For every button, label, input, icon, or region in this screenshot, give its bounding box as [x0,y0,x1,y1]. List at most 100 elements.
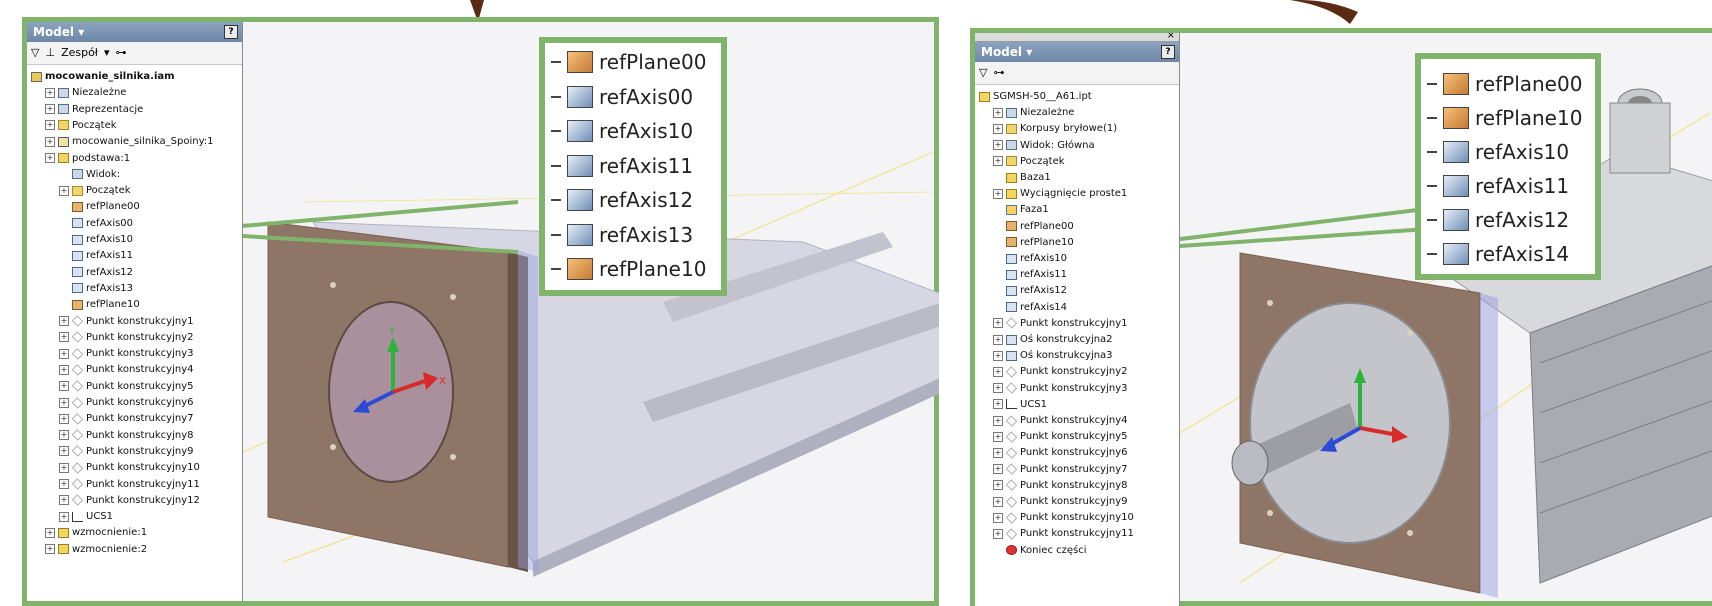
expand-icon[interactable]: + [59,495,69,506]
chevron-down-icon[interactable]: ▾ [104,42,110,64]
left-tree-item[interactable]: + Punkt konstrukcyjny11 [59,477,200,492]
left-tree-item[interactable]: Widok: [59,167,120,182]
left-tree-item[interactable]: + UCS1 [59,509,113,524]
left-tree-item[interactable]: + wzmocnienie:2 [45,542,147,557]
left-tree-item[interactable]: + Punkt konstrukcyjny10 [59,460,200,475]
right-tree-item[interactable]: + Punkt konstrukcyjny3 [993,381,1128,396]
right-tree-item[interactable]: refAxis12 [993,283,1067,298]
expand-icon[interactable]: + [59,413,69,424]
expand-icon[interactable]: + [993,464,1003,475]
expand-icon[interactable]: + [993,480,1003,491]
expand-icon[interactable]: + [45,120,55,131]
left-tree-item[interactable]: refPlane10 [59,297,140,312]
left-tree-item[interactable]: refPlane00 [59,199,140,214]
right-tree-item[interactable]: + Punkt konstrukcyjny5 [993,429,1128,444]
right-tree-item[interactable]: refPlane00 [993,219,1074,234]
expand-icon[interactable]: + [993,123,1003,134]
right-tree-item[interactable]: + Niezależne [993,105,1074,120]
binoculars-icon[interactable]: ⊶ [993,62,1004,84]
expand-icon[interactable]: + [59,397,69,408]
assembly-view-label[interactable]: Zespół [61,42,98,64]
expand-icon[interactable]: + [45,87,55,98]
left-tree-item[interactable]: + Punkt konstrukcyjny4 [59,362,194,377]
expand-icon[interactable]: + [993,431,1003,442]
right-tree-item[interactable]: refAxis10 [993,251,1067,266]
help-icon[interactable]: ? [1161,45,1175,59]
expand-icon[interactable]: + [993,399,1003,410]
left-tree-item[interactable]: + Punkt konstrukcyjny1 [59,314,194,329]
expand-icon[interactable]: + [59,185,69,196]
binoculars-icon[interactable]: ⊶ [115,42,126,64]
expand-icon[interactable]: + [59,316,69,326]
right-tree-item[interactable]: + Oś konstrukcyjna3 [993,348,1113,363]
expand-icon[interactable]: + [45,544,55,555]
expand-icon[interactable]: + [993,415,1003,426]
expand-icon[interactable]: + [59,479,69,489]
left-tree-item[interactable]: + Punkt konstrukcyjny9 [59,444,194,459]
right-tree-item[interactable]: + Punkt konstrukcyjny11 [993,526,1134,541]
right-tree-item[interactable]: + Początek [993,154,1065,169]
expand-icon[interactable]: + [993,383,1003,394]
expand-icon[interactable]: + [59,364,69,375]
right-tree-item[interactable]: + Korpusy bryłowe(1) [993,121,1117,136]
left-tree-item[interactable]: refAxis00 [59,216,133,231]
right-tree-item[interactable]: Baza1 [993,170,1051,185]
left-tree-item[interactable]: + Punkt konstrukcyjny2 [59,330,194,345]
right-tree-item[interactable]: + Wyciągnięcie proste1 [993,186,1127,201]
expand-icon[interactable]: + [993,512,1003,523]
right-tree-item[interactable]: Faza1 [993,202,1049,217]
left-panel-title[interactable]: Model ▾ [33,25,84,39]
right-tree-item[interactable]: + Punkt konstrukcyjny8 [993,478,1128,493]
expand-icon[interactable]: + [45,153,55,163]
right-tree-item[interactable]: refAxis11 [993,267,1067,282]
expand-icon[interactable]: + [993,318,1003,329]
expand-icon[interactable]: + [59,348,69,359]
left-tree-item[interactable]: refAxis11 [59,248,133,263]
expand-icon[interactable]: + [993,496,1003,507]
left-tree-item[interactable]: mocowanie_silnika.iam [31,69,175,84]
left-tree-item[interactable]: + podstawa:1 [45,151,130,166]
left-tree-item[interactable]: + mocowanie_silnika_Spoiny:1 [45,134,214,149]
expand-icon[interactable]: + [993,528,1003,539]
expand-icon[interactable]: + [59,381,69,392]
left-panel-header[interactable]: Model ▾ ? [27,22,242,42]
right-tree-item[interactable]: refPlane10 [993,235,1074,250]
right-tree-item[interactable]: SGMSH-50__A61.ipt [979,89,1092,104]
funnel-icon[interactable]: ▽ [31,42,39,64]
expand-icon[interactable]: + [993,140,1003,151]
right-tree-item[interactable]: + Punkt konstrukcyjny7 [993,462,1128,477]
right-tree-item[interactable]: + Punkt konstrukcyjny9 [993,494,1128,509]
expand-icon[interactable]: + [59,446,69,457]
expand-icon[interactable]: + [993,188,1003,199]
expand-icon[interactable]: + [45,527,55,538]
left-tree-item[interactable]: + Niezależne [45,85,126,100]
expand-icon[interactable]: + [993,366,1003,377]
left-tree-item[interactable]: + Punkt konstrukcyjny5 [59,379,194,394]
right-tree-item[interactable]: + Oś konstrukcyjna2 [993,332,1113,347]
expand-icon[interactable]: + [59,332,69,343]
expand-icon[interactable]: + [45,104,55,115]
right-tree-item[interactable]: refAxis14 [993,300,1067,315]
left-tree-item[interactable]: + Punkt konstrukcyjny8 [59,428,194,443]
right-panel-header[interactable]: Model ▾ ? [975,42,1179,62]
left-tree-item[interactable]: + Punkt konstrukcyjny7 [59,411,194,426]
expand-icon[interactable]: + [993,107,1003,118]
left-tree-item[interactable]: + wzmocnienie:1 [45,525,147,540]
expand-icon[interactable]: + [45,136,55,147]
right-tree-item[interactable]: + Punkt konstrukcyjny2 [993,364,1128,379]
expand-icon[interactable]: + [993,156,1003,167]
right-tree-item[interactable]: + Punkt konstrukcyjny6 [993,445,1128,460]
expand-icon[interactable]: + [59,511,69,522]
left-tree-item[interactable]: + Punkt konstrukcyjny12 [59,493,200,508]
right-tree-item[interactable]: + Punkt konstrukcyjny1 [993,316,1128,331]
left-tree-item[interactable]: + Początek [59,183,131,198]
right-tree-item[interactable]: + Widok: Główna [993,138,1095,153]
help-icon[interactable]: ? [224,25,238,39]
close-icon[interactable]: × [1167,33,1175,41]
funnel-icon[interactable]: ▽ [979,62,987,84]
expand-icon[interactable]: + [993,447,1003,458]
left-tree-item[interactable]: refAxis13 [59,281,133,296]
right-tree-item[interactable]: + Punkt konstrukcyjny10 [993,510,1134,525]
panel-grip[interactable]: × [975,33,1179,42]
left-tree-item[interactable]: refAxis10 [59,232,133,247]
